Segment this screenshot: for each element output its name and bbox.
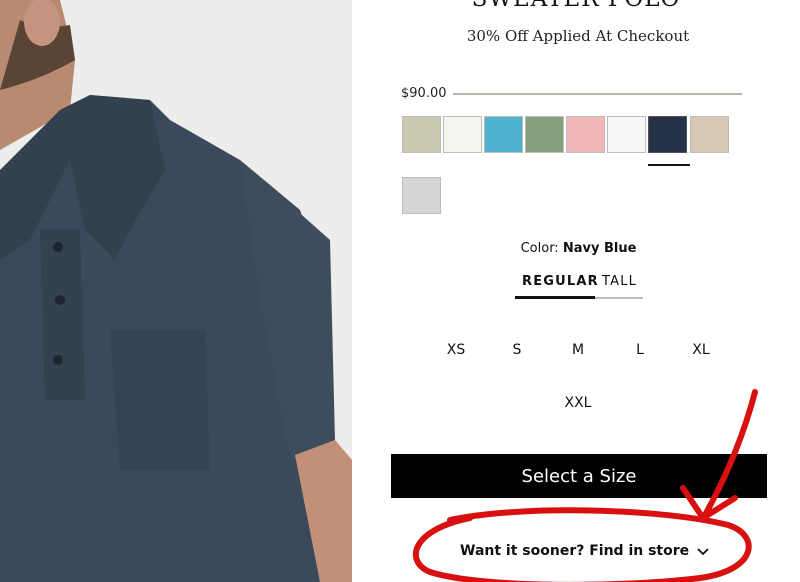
active-tab-indicator [515,296,595,299]
color-value: Navy Blue [562,241,637,256]
selected-swatch-indicator [648,164,690,166]
select-size-button[interactable]: Select a Size [391,454,767,498]
swatch-white[interactable] [607,116,646,153]
find-in-store-link[interactable]: Want it sooner? Find in store [460,543,689,559]
price-divider [453,93,742,95]
chevron-down-icon[interactable] [696,547,710,557]
selected-color: Color: Navy Blue [352,241,800,256]
product-title: SWEATER POLO [352,0,800,12]
swatch-green[interactable] [525,116,564,153]
product-image [0,0,352,582]
color-label: Color: [520,241,559,256]
swatch-navy[interactable] [648,116,687,153]
swatch-grey[interactable] [402,177,441,214]
tab-regular[interactable]: REGULAR [522,274,599,289]
swatch-tan[interactable] [690,116,729,153]
size-xs[interactable]: XS [436,342,476,358]
swatch-sage[interactable] [402,116,441,153]
tab-tall[interactable]: TALL [602,274,637,289]
size-l[interactable]: L [620,342,660,358]
size-m[interactable]: M [558,342,598,358]
swatch-ivory[interactable] [443,116,482,153]
size-s[interactable]: S [497,342,537,358]
tab-divider [595,297,643,299]
swatch-teal[interactable] [484,116,523,153]
promo-text: 30% Off Applied At Checkout [466,27,690,45]
size-xl[interactable]: XL [681,342,721,358]
size-xxl[interactable]: XXL [558,395,598,411]
price: $90.00 [401,86,447,101]
swatch-pink[interactable] [566,116,605,153]
